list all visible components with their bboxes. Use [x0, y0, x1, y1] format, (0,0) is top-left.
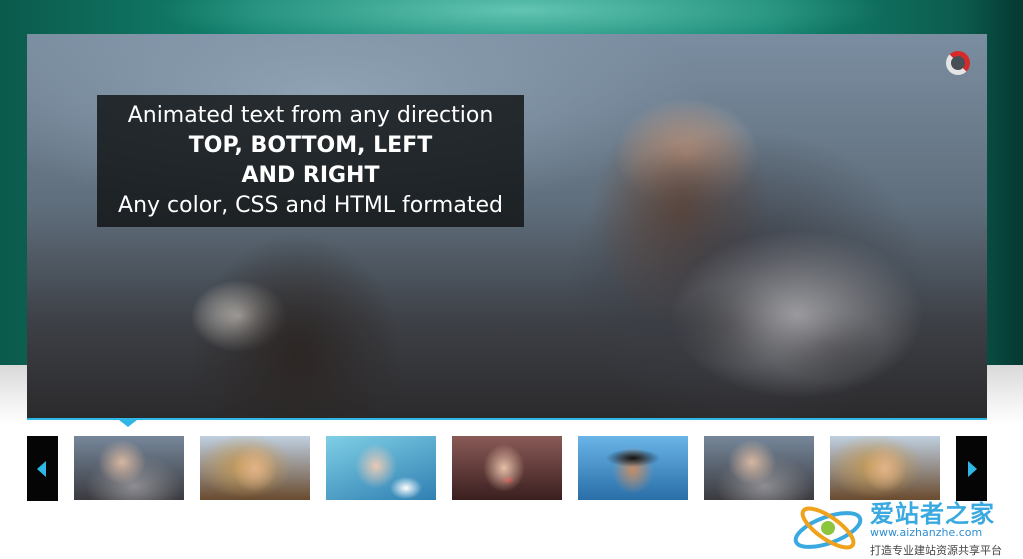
- main-slide-image[interactable]: Animated text from any direction TOP, BO…: [27, 34, 987, 418]
- caption-line-1: Animated text from any direction: [127, 103, 494, 128]
- thumbnail-1[interactable]: [74, 436, 184, 500]
- watermark-slogan: 打造专业建站资源共享平台: [870, 544, 1002, 557]
- thumbnail-5[interactable]: [578, 436, 688, 500]
- caption-line-3: AND RIGHT: [241, 163, 380, 188]
- watermark-title: 爱站者之家: [870, 500, 995, 528]
- arrow-right-icon: [968, 461, 977, 477]
- thumbnail-3[interactable]: [326, 436, 436, 500]
- prev-thumbnails-button[interactable]: [27, 436, 58, 501]
- site-watermark: 爱站者之家 www.aizhanzhe.com 打造专业建站资源共享平台: [790, 490, 1023, 559]
- thumbnail-4[interactable]: [452, 436, 562, 500]
- caption-line-2: TOP, BOTTOM, LEFT: [188, 133, 433, 158]
- slider-page: Animated text from any direction TOP, BO…: [0, 0, 1023, 559]
- caption-line-4: Any color, CSS and HTML formated: [118, 193, 503, 218]
- slide-caption: Animated text from any direction TOP, BO…: [97, 95, 524, 227]
- watermark-logo-icon: [793, 506, 863, 550]
- loading-ring-icon: [946, 51, 970, 75]
- watermark-url: www.aizhanzhe.com: [870, 526, 983, 539]
- arrow-left-icon: [37, 461, 46, 477]
- active-thumbnail-pointer: [119, 420, 137, 427]
- slide-photo-detail: [597, 184, 987, 418]
- thumbnail-2[interactable]: [200, 436, 310, 500]
- thumbnail-strip-line: [27, 418, 987, 420]
